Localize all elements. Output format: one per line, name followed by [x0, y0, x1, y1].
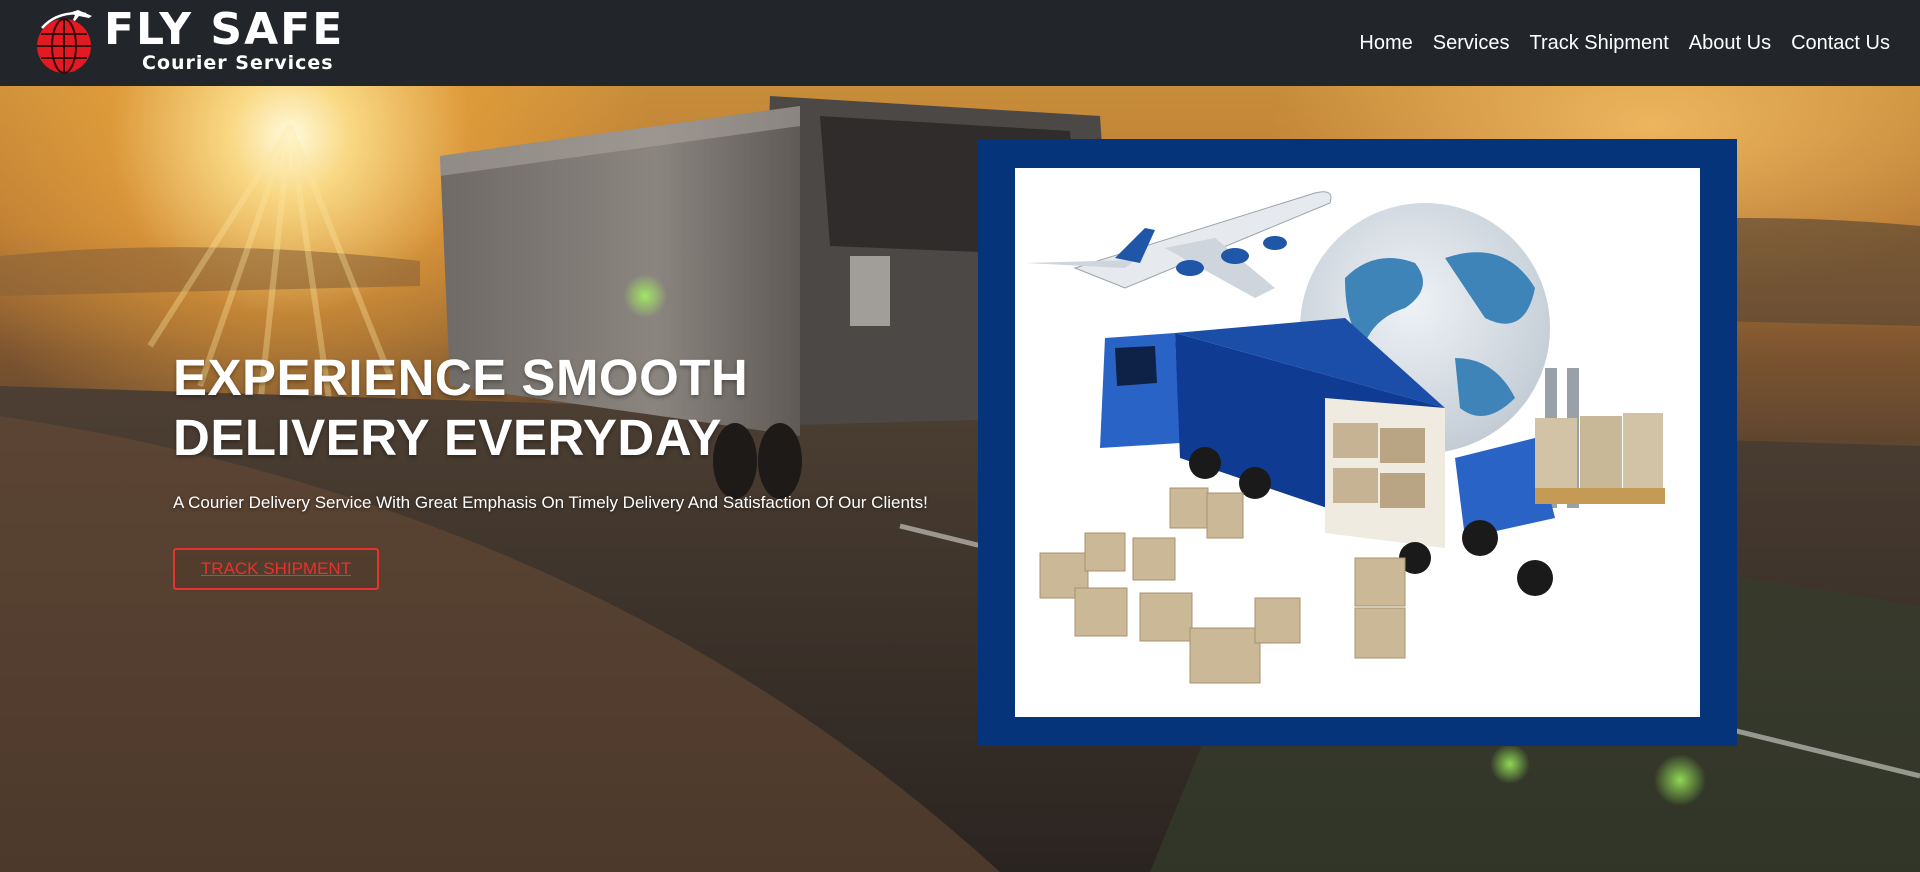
nav-track-shipment-link[interactable]: Track Shipment [1529, 32, 1668, 55]
hero-subtitle: A Courier Delivery Service With Great Em… [173, 493, 928, 512]
hero-title-line-1: EXPERIENCE SMOOTH [173, 349, 749, 406]
nav-services-link[interactable]: Services [1433, 32, 1510, 55]
hero-title: EXPERIENCE SMOOTH DELIVERY EVERYDAY [173, 348, 1013, 468]
hero-title-line-2: DELIVERY EVERYDAY [173, 409, 722, 466]
logistics-illustration [1025, 191, 1665, 684]
brand-tagline: Courier Services [142, 52, 334, 74]
main-nav: Home Services Track Shipment About Us Co… [1359, 0, 1890, 86]
nav-home-link[interactable]: Home [1359, 32, 1412, 55]
globe-airplane-icon [37, 10, 92, 74]
nav-contact-us-link[interactable]: Contact Us [1791, 32, 1890, 55]
feature-image-frame [978, 139, 1737, 746]
airplane-icon [1025, 191, 1332, 298]
brand-logo[interactable]: FLY SAFE Courier Services [36, 2, 342, 82]
logistics-feature-image [1015, 168, 1700, 717]
track-shipment-button[interactable]: TRACK SHIPMENT [173, 548, 379, 590]
navbar: FLY SAFE Courier Services Home Services … [0, 0, 1920, 86]
hero-text-block: EXPERIENCE SMOOTH DELIVERY EVERYDAY A Co… [173, 348, 1013, 590]
hero-section: EXPERIENCE SMOOTH DELIVERY EVERYDAY A Co… [0, 86, 1920, 872]
brand-name: FLY SAFE [104, 4, 345, 55]
nav-about-us-link[interactable]: About Us [1689, 32, 1771, 55]
